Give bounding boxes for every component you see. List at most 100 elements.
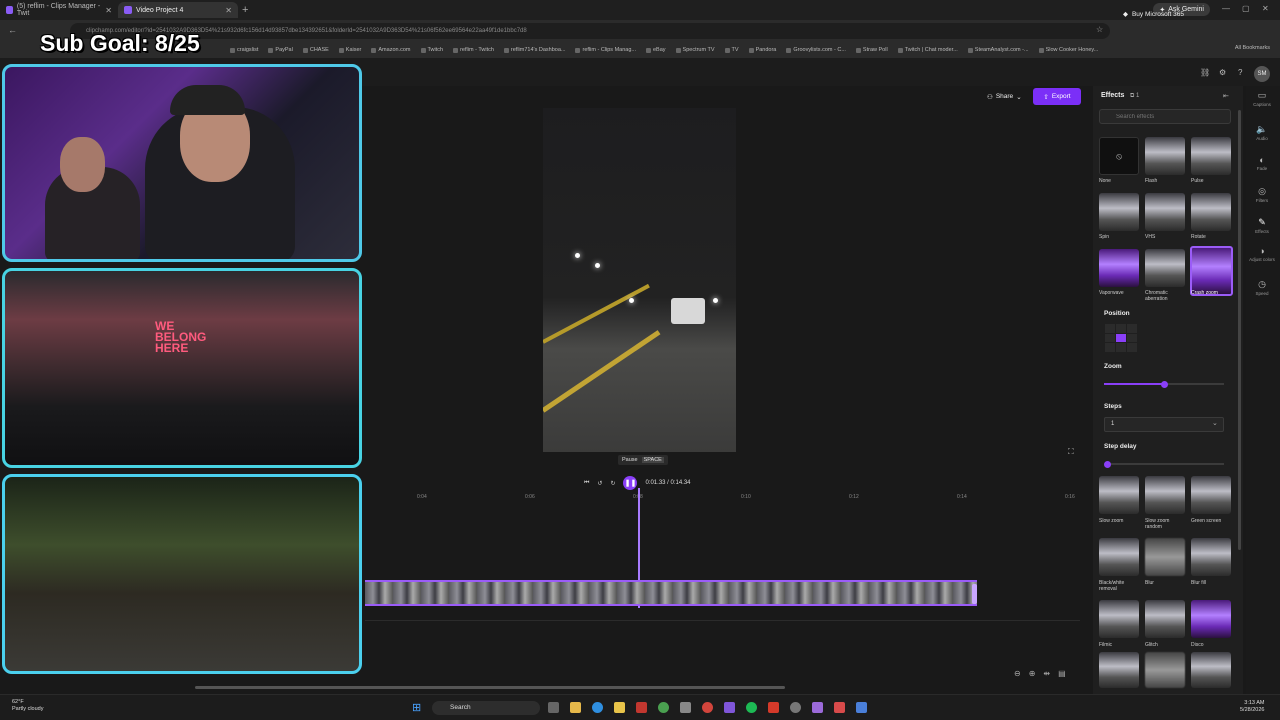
taskbar-clock[interactable]: 3:13 AM 5/28/2026 xyxy=(1240,700,1264,714)
zoom-in-icon[interactable]: ⊕ xyxy=(1029,669,1036,678)
bookmark-item[interactable]: TV xyxy=(725,47,739,53)
clip-trim-handle[interactable] xyxy=(972,584,977,604)
bookmark-item[interactable]: eBay xyxy=(646,47,666,53)
position-cell[interactable] xyxy=(1105,324,1115,333)
position-cell[interactable] xyxy=(1127,333,1137,343)
bookmark-item[interactable]: reflim - Twitch xyxy=(453,47,494,53)
app-icon[interactable] xyxy=(812,702,823,713)
file-explorer-icon[interactable] xyxy=(570,702,581,713)
position-cell[interactable] xyxy=(1105,343,1115,352)
position-cell[interactable] xyxy=(1127,324,1137,333)
rail-effects[interactable]: ✎ Effects xyxy=(1248,217,1276,234)
pause-button[interactable]: ❚❚ xyxy=(623,476,638,490)
link-icon[interactable]: ⛓ xyxy=(1200,68,1210,77)
video-preview[interactable] xyxy=(543,108,736,452)
weather-widget[interactable]: 62°F Partly cloudy xyxy=(12,699,44,713)
rail-fade[interactable]: ◐ Fade xyxy=(1248,155,1276,171)
folder-icon[interactable] xyxy=(614,702,625,713)
layout-icon[interactable]: ▤ xyxy=(1058,669,1066,678)
all-bookmarks-link[interactable]: All Bookmarks xyxy=(1235,45,1270,51)
edge-icon[interactable] xyxy=(592,702,603,713)
fit-timeline-icon[interactable]: ⇹ xyxy=(1043,669,1050,678)
bookmark-item[interactable]: Pandora xyxy=(749,47,777,53)
bookmark-item[interactable]: reflim714's Dashboa... xyxy=(504,47,566,53)
bookmark-item[interactable]: Slow Cooker Honey... xyxy=(1039,47,1099,53)
collapse-panel-icon[interactable]: ⇤ xyxy=(1223,92,1229,100)
position-cell[interactable] xyxy=(1105,333,1115,343)
buy-microsoft-365-button[interactable]: ◆ Buy Microsoft 365 xyxy=(1123,10,1184,19)
avatar[interactable]: SM xyxy=(1254,66,1270,82)
effect-blur-fill[interactable] xyxy=(1191,538,1231,576)
close-tab-icon[interactable]: ✕ xyxy=(105,6,112,15)
effect-rotate[interactable] xyxy=(1191,193,1231,231)
zoom-out-icon[interactable]: ⊖ xyxy=(1014,669,1021,678)
forward-icon[interactable]: ↻ xyxy=(610,480,615,487)
url-field[interactable]: clipchamp.com/editor/?id=2541032A9D363D5… xyxy=(70,23,1110,39)
bookmark-item[interactable]: Spectrum TV xyxy=(676,47,715,53)
position-cell[interactable] xyxy=(1127,343,1137,352)
settings-gear-icon[interactable]: ⚙ xyxy=(1219,68,1226,77)
app-icon[interactable] xyxy=(636,702,647,713)
effect-black-white-removal[interactable] xyxy=(1099,538,1139,576)
rail-speed[interactable]: ◷ Speed xyxy=(1248,279,1276,296)
rail-adjust-colors[interactable]: ◑ Adjust colors xyxy=(1248,246,1276,262)
effect-blur[interactable] xyxy=(1145,538,1185,576)
chrome-icon[interactable] xyxy=(658,702,669,713)
app-icon[interactable] xyxy=(724,702,735,713)
export-button[interactable]: ⇧ Export xyxy=(1033,88,1081,105)
rewind-icon[interactable]: ↺ xyxy=(597,480,602,487)
effect-vaporwave[interactable] xyxy=(1099,249,1139,287)
skip-to-start-icon[interactable]: ⏮ xyxy=(584,480,589,487)
effect-crash-zoom[interactable] xyxy=(1190,246,1233,296)
rail-audio[interactable]: 🔈 Audio xyxy=(1248,124,1276,141)
close-window-icon[interactable]: ✕ xyxy=(1262,4,1269,13)
rail-captions[interactable]: ▭ Captions xyxy=(1248,90,1276,107)
position-cell[interactable] xyxy=(1116,343,1126,352)
app-icon[interactable] xyxy=(768,702,779,713)
bookmark-item[interactable]: reflim - Clips Manag... xyxy=(575,47,636,53)
spotify-icon[interactable] xyxy=(746,702,757,713)
bookmark-item[interactable]: Twitch xyxy=(421,47,444,53)
search-effects-input[interactable] xyxy=(1099,109,1231,124)
effect-green-screen[interactable] xyxy=(1191,476,1231,514)
share-button[interactable]: ⚇ Share ⌄ xyxy=(983,89,1026,104)
effect-disco[interactable] xyxy=(1191,600,1231,638)
timeline-ruler[interactable]: 0:04 0:06 0:08 0:10 0:12 0:14 0:16 xyxy=(365,492,1080,502)
windows-start-icon[interactable]: ⊞ xyxy=(412,701,421,714)
rail-filters[interactable]: ◎ Filters xyxy=(1248,186,1276,203)
app-icon[interactable] xyxy=(856,702,867,713)
taskbar-search[interactable]: Search xyxy=(432,701,540,715)
app-icon[interactable] xyxy=(790,702,801,713)
app-icon[interactable] xyxy=(834,702,845,713)
task-view-icon[interactable] xyxy=(548,702,559,713)
step-delay-slider-thumb[interactable] xyxy=(1104,461,1111,468)
horizontal-scrollbar[interactable] xyxy=(195,686,785,689)
bookmark-item[interactable]: CHASE xyxy=(303,47,329,53)
bookmark-item[interactable]: Straw Poll xyxy=(856,47,888,53)
back-icon[interactable]: ← xyxy=(8,25,17,35)
bookmark-item[interactable]: Kaiser xyxy=(339,47,362,53)
help-icon[interactable]: ? xyxy=(1238,68,1242,77)
new-tab-icon[interactable]: + xyxy=(242,4,248,16)
effect-thumbnail[interactable] xyxy=(1145,652,1185,688)
tab-clips-manager[interactable]: (5) reflim - Clips Manager - Twit ✕ xyxy=(0,2,118,18)
bookmark-item[interactable]: SteamAnalyst.com -... xyxy=(968,47,1029,53)
effect-filmic[interactable] xyxy=(1099,600,1139,638)
effect-spin[interactable] xyxy=(1099,193,1139,231)
video-clip-track[interactable] xyxy=(365,580,977,606)
app-icon[interactable] xyxy=(680,702,691,713)
position-cell[interactable] xyxy=(1116,324,1126,333)
effect-thumbnail[interactable] xyxy=(1099,652,1139,688)
maximize-icon[interactable]: ▢ xyxy=(1242,4,1250,13)
tab-video-project[interactable]: Video Project 4 ✕ xyxy=(118,2,238,18)
effect-slow-zoom[interactable] xyxy=(1099,476,1139,514)
fullscreen-icon[interactable]: ⛶ xyxy=(1068,447,1074,457)
steps-dropdown[interactable]: 1 xyxy=(1104,417,1224,432)
position-cell-selected[interactable] xyxy=(1116,333,1126,343)
bookmark-item[interactable]: Groovylists.com - C... xyxy=(786,47,846,53)
step-delay-slider[interactable] xyxy=(1104,463,1224,465)
bookmark-item[interactable]: craigslist xyxy=(230,47,258,53)
close-tab-icon[interactable]: ✕ xyxy=(225,6,232,15)
zoom-slider-thumb[interactable] xyxy=(1161,381,1168,388)
effect-pulse[interactable] xyxy=(1191,137,1231,175)
